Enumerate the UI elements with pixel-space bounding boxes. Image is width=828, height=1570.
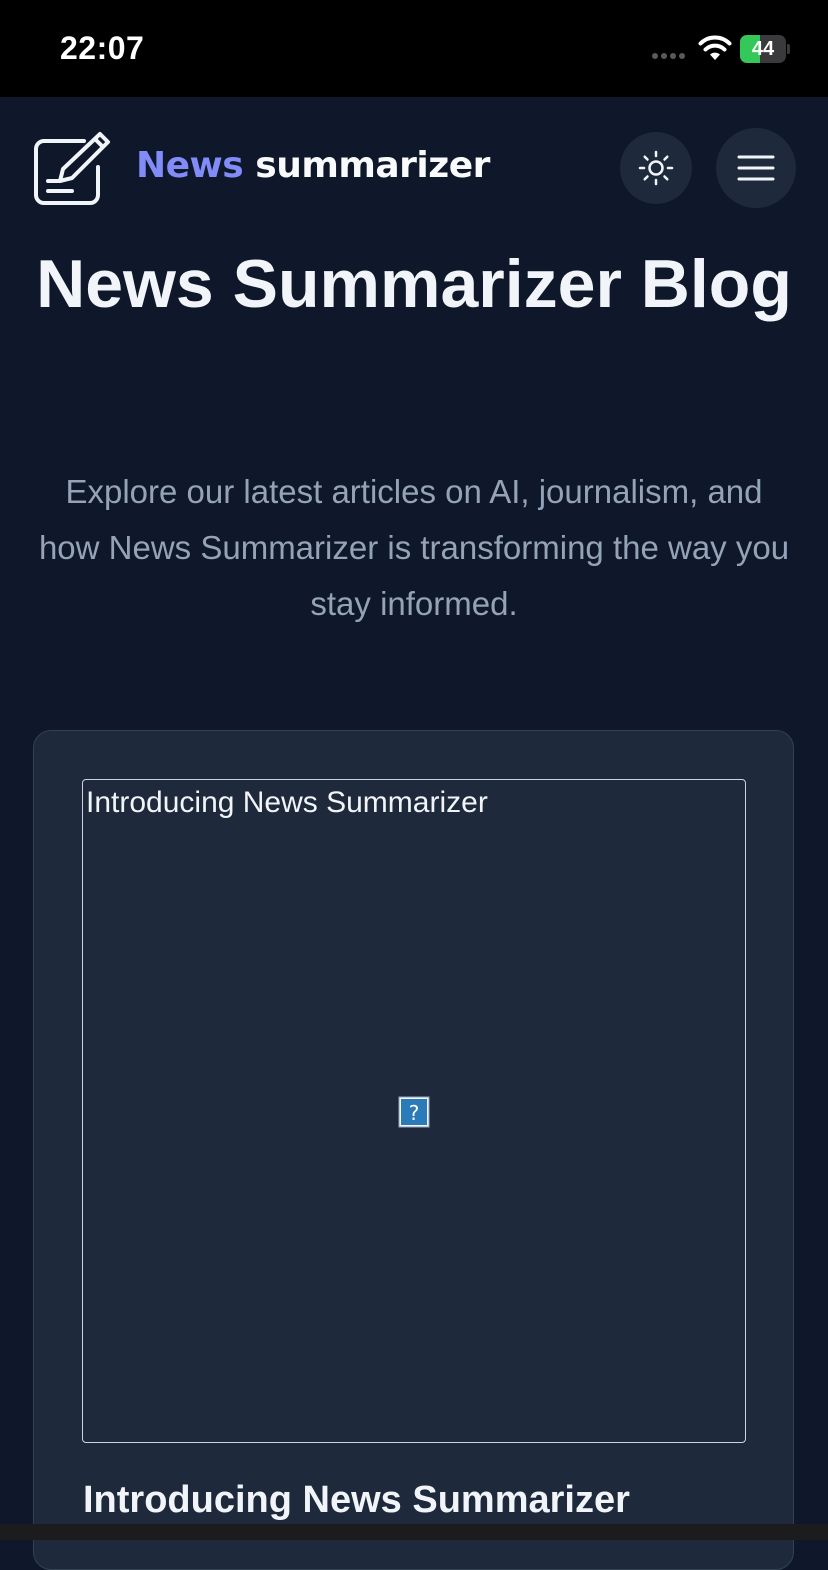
cellular-signal-icon	[652, 53, 685, 59]
site-header: News summarizer	[0, 97, 828, 237]
svg-text:?: ?	[409, 1101, 420, 1125]
sun-icon	[638, 150, 674, 186]
battery-icon: 44	[740, 35, 790, 63]
theme-toggle-button[interactable]	[620, 132, 692, 204]
broken-image-icon: ?	[398, 1096, 430, 1128]
bottom-toolbar-edge	[0, 1524, 828, 1540]
brand-logo[interactable]: News summarizer	[136, 145, 490, 186]
menu-button[interactable]	[716, 128, 796, 208]
hamburger-icon	[737, 155, 775, 181]
battery-percent: 44	[751, 38, 775, 60]
wifi-icon	[698, 35, 732, 60]
pencil-square-icon[interactable]	[32, 131, 112, 207]
post-image[interactable]: Introducing News Summarizer ?	[82, 779, 746, 1443]
blog-post-card[interactable]: Introducing News Summarizer ? Introducin…	[33, 730, 794, 1570]
status-time: 22:07	[60, 30, 145, 66]
post-title[interactable]: Introducing News Summarizer	[83, 1479, 630, 1522]
status-bar: 22:07 44	[0, 0, 828, 97]
page-subtitle: Explore our latest articles on AI, journ…	[38, 473, 790, 622]
brand-text: summarizer	[255, 145, 490, 186]
page-title: News Summarizer Blog	[36, 246, 792, 322]
brand-accent-text: News	[136, 145, 244, 186]
post-image-alt-text: Introducing News Summarizer	[86, 786, 488, 819]
